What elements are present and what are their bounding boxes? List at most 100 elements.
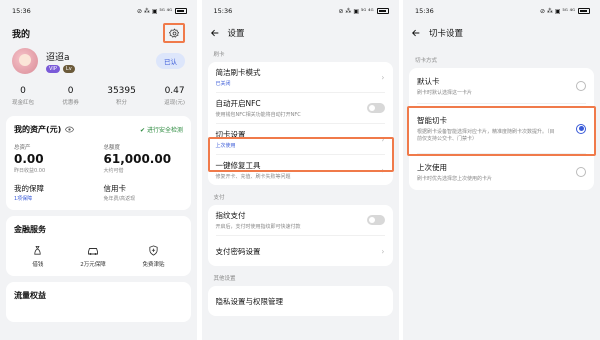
option-title: 默认卡: [417, 76, 440, 86]
radio-default-card[interactable]: [576, 80, 586, 91]
guarantee-item[interactable]: 我的保障 1项保障: [14, 183, 94, 202]
stats-row: 0 现金红包 0 优惠券 35395 积分 0.47 返现(元): [0, 78, 197, 112]
stat-coupon[interactable]: 0 优惠券: [62, 86, 79, 106]
username: 迢迢a: [46, 52, 70, 63]
option-title: 上次使用: [417, 163, 447, 172]
car-icon: [88, 248, 98, 255]
battery-icon: [578, 8, 590, 14]
stat-label: 现金红包: [12, 100, 35, 106]
stat-points[interactable]: 35395 积分: [107, 86, 136, 106]
setting-repair-tool[interactable]: 一键修复工具 修复开卡、充值、刷卡失败等问题 ›: [216, 155, 385, 185]
section-label: 刷卡: [213, 52, 225, 58]
switch-mode-group: 默认卡 刷卡时默认选择这一卡片 智能切卡根据刷卡设备智能选择对应卡片，精准度随刷卡…: [409, 68, 594, 190]
other-settings-group: 隐私设置与权限管理: [207, 286, 393, 316]
chevron-right-icon: ›: [381, 165, 385, 175]
radio-last-used[interactable]: [576, 167, 586, 177]
chevron-right-icon: ›: [381, 246, 385, 256]
setting-sub: 开启后，支付时使用指纹即可快速付款: [215, 224, 301, 230]
card-settings-group: 简洁刷卡模式 已关闭 › 自动开启NFC 使用钱包NFC相关功能将自动打开NFC 切…: [207, 62, 393, 185]
vip-badge: VIP: [46, 64, 60, 73]
screen-switch-card: 15:36 ⊘ ⁂ ▣ ⁵ᴳ ⁴ᴳ 切卡设置 切卡方式 默认卡 刷卡时默认选择这一…: [403, 0, 600, 340]
finance-item-allowance[interactable]: 免费津贴: [143, 245, 165, 268]
stat-label: 积分: [116, 100, 128, 106]
page-title: 我的: [12, 29, 31, 40]
setting-switch-card[interactable]: 切卡设置 上次使用 ›: [215, 124, 385, 155]
credit-limit-label: 总额度: [103, 145, 121, 151]
verified-badge[interactable]: 已认: [156, 53, 185, 69]
radio-smart-switch[interactable]: [576, 123, 586, 134]
flow-title: 流量权益: [14, 291, 46, 300]
total-assets-label: 总资产: [14, 145, 31, 151]
stat-cash[interactable]: 0 现金红包: [12, 86, 34, 106]
credit-limit[interactable]: 总额度 61,000.00 大约可借: [104, 143, 184, 174]
credit-card-title: 信用卡: [103, 184, 127, 193]
status-time: 15:36: [213, 7, 233, 15]
guarantee-title: 我的保障: [14, 184, 44, 193]
stat-value: 0: [20, 86, 26, 96]
finance-item-label: 免费津贴: [142, 262, 165, 268]
profile-row[interactable]: 迢迢a VIP Lv 已认: [0, 44, 197, 78]
screen-settings: 15:36 ⊘ ⁂ ▣ ⁵ᴳ ⁴ᴳ 设置 刷卡 简洁刷卡模式 已关闭 › 自动开启…: [201, 0, 399, 340]
level-badge: Lv: [62, 64, 75, 73]
total-assets-value: 0.00: [14, 152, 44, 166]
setting-simple-mode[interactable]: 简洁刷卡模式 已关闭 ›: [215, 62, 385, 93]
avatar[interactable]: [12, 48, 38, 74]
status-time: 15:36: [415, 7, 434, 15]
credit-limit-sub: 大约可借: [103, 168, 124, 174]
setting-title: 隐私设置与权限管理: [215, 296, 284, 306]
back-arrow-icon[interactable]: [210, 28, 220, 38]
option-sub: 根据刷卡设备智能选择对应卡片，精准度随刷卡次数提升。（目前仅支持公交卡、门禁卡）: [417, 129, 555, 142]
setting-fingerprint-pay: 指纹支付开启后，支付时使用指纹即可快速付款: [215, 205, 385, 236]
finance-item-label: 2万元保障: [80, 262, 106, 268]
status-icons: ⊘ ⁂ ▣ ⁵ᴳ ⁴ᴳ: [137, 7, 172, 15]
section-label: 其他设置: [213, 276, 236, 282]
setting-title: 一键修复工具: [215, 161, 261, 170]
shield-check-icon: ✔: [140, 127, 147, 134]
status-time: 15:36: [12, 7, 31, 15]
battery-icon: [175, 8, 187, 14]
battery-icon: [376, 8, 389, 14]
option-default-card[interactable]: 默认卡 刷卡时默认选择这一卡片: [417, 68, 586, 104]
eye-icon[interactable]: [65, 126, 75, 133]
assets-title: 我的资产(元): [14, 125, 62, 134]
money-bag-icon: [34, 245, 42, 255]
security-check-link[interactable]: ✔ 进行安全检测: [140, 125, 183, 134]
status-bar: 15:36 ⊘ ⁂ ▣ ⁵ᴳ ⁴ᴳ: [403, 0, 600, 22]
finance-item-label: 借钱: [32, 262, 44, 268]
status-bar: 15:36 ⊘ ⁂ ▣ ⁵ᴳ ⁴ᴳ: [202, 0, 399, 22]
stat-value: 0.47: [164, 86, 185, 96]
credit-card-item[interactable]: 信用卡 免年费/高返现: [104, 183, 184, 202]
settings-button[interactable]: [163, 23, 185, 43]
option-last-used[interactable]: 上次使用 刷卡时优先选择您上次使用的卡片: [417, 154, 586, 190]
section-label: 支付: [213, 195, 225, 201]
setting-privacy[interactable]: 隐私设置与权限管理: [216, 286, 385, 316]
option-smart-switch[interactable]: 智能切卡根据刷卡设备智能选择对应卡片，精准度随刷卡次数提升。（目前仅支持公交卡、…: [417, 104, 586, 154]
option-title: 智能切卡: [417, 116, 447, 125]
nfc-toggle[interactable]: [366, 103, 385, 113]
status-icons: ⊘ ⁂ ▣ ⁵ᴳ ⁴ᴳ: [338, 7, 374, 15]
setting-title: 指纹支付: [215, 211, 246, 220]
back-arrow-icon[interactable]: [411, 28, 421, 38]
finance-card: 金融服务 借钱 2万元保障 免费津贴: [6, 216, 191, 276]
setting-sub: 上次使用: [215, 143, 236, 149]
finance-title: 金融服务: [14, 225, 46, 234]
stat-value: 0: [67, 86, 74, 96]
setting-title: 简洁刷卡模式: [215, 68, 261, 77]
assets-card: 我的资产(元) ✔ 进行安全检测 总资产 0.00 昨日收益0.00 总额度 6…: [6, 116, 191, 210]
screen-mine: 15:36 ⊘ ⁂ ▣ ⁵ᴳ ⁴ᴳ 我的 迢迢a VIP Lv 已认 0 现金红包…: [0, 0, 197, 340]
gear-icon: [168, 28, 179, 38]
stat-cashback[interactable]: 0.47 返现(元): [164, 86, 185, 106]
setting-pay-password[interactable]: 支付密码设置 ›: [216, 236, 385, 266]
finance-item-borrow[interactable]: 借钱: [32, 245, 43, 268]
flow-card[interactable]: 流量权益: [6, 282, 191, 322]
pay-settings-group: 指纹支付开启后，支付时使用指纹即可快速付款 支付密码设置 ›: [207, 205, 393, 266]
setting-title: 支付密码设置: [215, 246, 261, 256]
security-check-label: 进行安全检测: [146, 127, 183, 134]
fingerprint-toggle[interactable]: [366, 215, 385, 225]
section-label: 切卡方式: [415, 58, 438, 64]
status-bar: 15:36 ⊘ ⁂ ▣ ⁵ᴳ ⁴ᴳ: [0, 0, 197, 22]
credit-limit-value: 61,000.00: [103, 152, 172, 166]
total-assets[interactable]: 总资产 0.00 昨日收益0.00: [14, 143, 94, 174]
finance-item-car[interactable]: 2万元保障: [80, 245, 106, 268]
chevron-right-icon: ›: [381, 134, 385, 144]
